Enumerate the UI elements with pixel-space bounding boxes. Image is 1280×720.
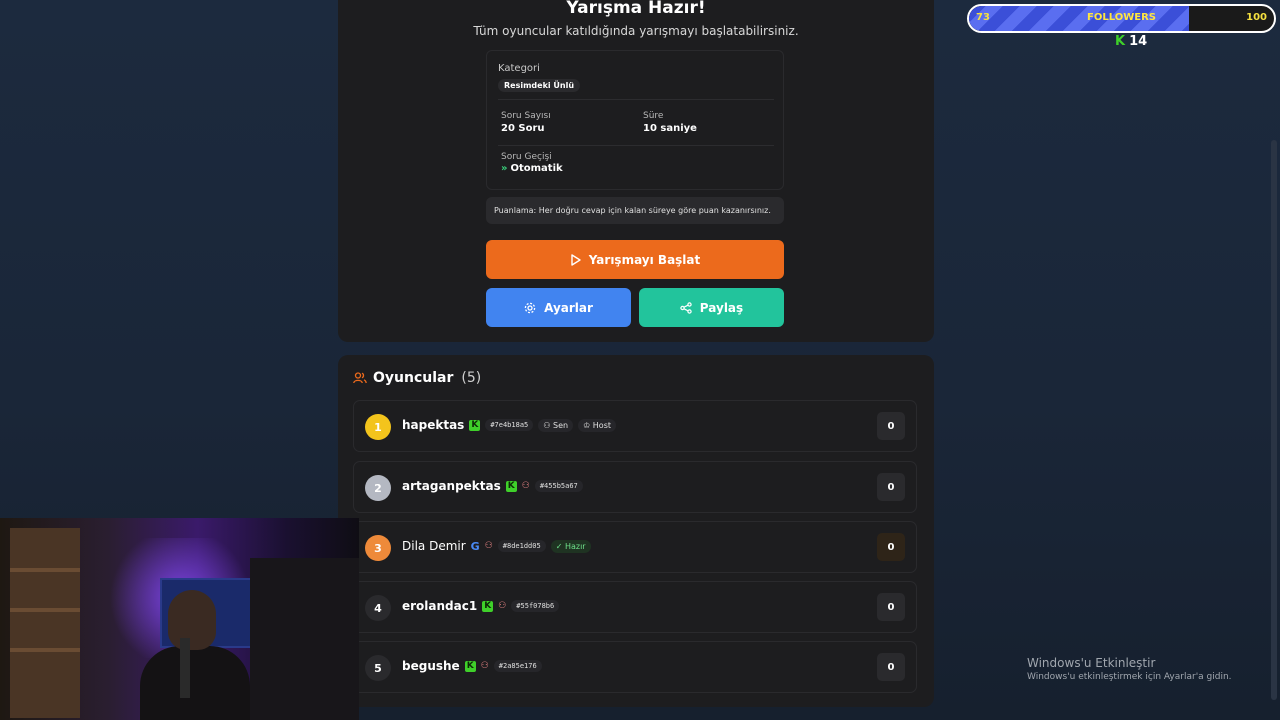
webcam-person-head: [168, 590, 216, 650]
category-chip: Resimdeki Ünlü: [498, 79, 581, 92]
player-name-row: erolandac1 K ⚇ #55f078b6: [402, 599, 560, 613]
kick-icon: K: [505, 480, 517, 492]
ready-badge: ✓ Hazır: [550, 539, 591, 553]
user-plus-icon[interactable]: ⚇: [498, 601, 506, 611]
score-box: 0: [877, 473, 905, 501]
player-name: Dila Demir: [402, 539, 466, 553]
activation-subtitle: Windows'u etkinleştirmek için Ayarlar'a …: [1027, 672, 1232, 682]
quiz-setup-card: Yarışma Hazır! Tüm oyuncular katıldığınd…: [338, 0, 934, 342]
players-header: Oyuncular (5): [353, 370, 481, 386]
settings-label: Ayarlar: [544, 300, 593, 315]
divider: [498, 145, 774, 146]
player-id: #455b5a67: [534, 480, 583, 492]
google-icon: G: [470, 539, 480, 553]
score-box: 0: [877, 653, 905, 681]
divider: [498, 99, 774, 100]
kick-logo-icon: K: [1115, 34, 1126, 49]
player-name: artaganpektas: [402, 479, 501, 493]
transition-value: Otomatik: [510, 163, 563, 174]
ready-label: Hazır: [564, 541, 586, 551]
player-row[interactable]: 4 erolandac1 K ⚇ #55f078b6 0: [353, 581, 917, 633]
webcam-overlay: [0, 518, 359, 720]
score-box: 0: [877, 593, 905, 621]
player-row[interactable]: 3 Dila Demir G ⚇ #8de1dd05 ✓ Hazır 0: [353, 521, 917, 573]
player-name: erolandac1: [402, 599, 478, 613]
player-id: #7e4b18a5: [485, 419, 534, 431]
question-count-value: 20 Soru: [501, 123, 545, 134]
category-label: Kategori: [498, 63, 540, 74]
share-label: Paylaş: [699, 300, 744, 315]
share-icon: [680, 301, 692, 314]
user-plus-icon[interactable]: ⚇: [485, 541, 493, 551]
kick-icon: K: [482, 600, 494, 612]
followers-goal-bar: FOLLOWERS 73 100: [967, 4, 1276, 33]
kick-icon: K: [464, 660, 476, 672]
player-id: #2a85e176: [493, 660, 542, 672]
page-subtitle: Tüm oyuncular katıldığında yarışmayı baş…: [473, 24, 799, 38]
webcam-shelf: [10, 528, 80, 718]
settings-button[interactable]: Ayarlar: [486, 288, 631, 327]
scoring-note: Puanlama: Her doğru cevap için kalan sür…: [486, 197, 784, 224]
page-scrollbar[interactable]: [1271, 140, 1277, 700]
player-id: #55f078b6: [511, 600, 560, 612]
user-plus-icon[interactable]: ⚇: [522, 481, 530, 491]
kick-icon: K: [469, 419, 481, 431]
player-name: hapektas: [402, 418, 465, 432]
webcam-shelf-board: [10, 608, 80, 612]
duration-value: 10 saniye: [643, 123, 697, 134]
share-button[interactable]: Paylaş: [639, 288, 784, 327]
users-icon: [353, 372, 367, 384]
windows-activation-watermark: Windows'u Etkinleştir Windows'u etkinleş…: [1027, 656, 1232, 682]
rank-badge: 1: [365, 414, 391, 440]
play-icon: [571, 253, 581, 266]
players-count: (5): [461, 370, 482, 386]
players-title: Oyuncular: [373, 370, 454, 386]
gear-icon: [524, 302, 536, 313]
webcam-background: [250, 558, 359, 720]
you-tag-label: Sen: [552, 420, 569, 430]
kick-viewer-count: K 14: [1115, 34, 1147, 49]
user-plus-icon[interactable]: ⚇: [481, 661, 489, 671]
player-name-row: begushe K ⚇ #2a85e176: [402, 659, 542, 673]
player-row[interactable]: 2 artaganpektas K ⚇ #455b5a67 0: [353, 461, 917, 513]
chevrons-right-icon: »: [501, 163, 508, 174]
transition-value-row: » Otomatik: [501, 163, 563, 174]
score-box: 0: [877, 412, 905, 440]
player-row[interactable]: 5 begushe K ⚇ #2a85e176 0: [353, 641, 917, 693]
start-quiz-button[interactable]: Yarışmayı Başlat: [486, 240, 784, 279]
activation-title: Windows'u Etkinleştir: [1027, 656, 1156, 670]
player-id: #8de1dd05: [497, 540, 546, 552]
followers-label: FOLLOWERS: [1087, 12, 1156, 23]
rank-badge: 2: [365, 475, 391, 501]
rank-badge: 5: [365, 655, 391, 681]
page-title: Yarışma Hazır!: [566, 0, 706, 18]
player-row[interactable]: 1 hapektas K #7e4b18a5 ⚇ Sen ♔ Host 0: [353, 400, 917, 452]
you-tag: ⚇ Sen: [538, 418, 574, 432]
webcam-person-body: [140, 646, 250, 720]
player-name-row: Dila Demir G ⚇ #8de1dd05 ✓ Hazır: [402, 539, 591, 553]
start-quiz-label: Yarışmayı Başlat: [588, 252, 701, 267]
host-tag: ♔ Host: [578, 418, 616, 432]
followers-current: 73: [976, 12, 990, 23]
rank-badge: 3: [365, 535, 391, 561]
player-name-row: artaganpektas K ⚇ #455b5a67: [402, 479, 583, 493]
followers-goal: 100: [1246, 12, 1267, 23]
webcam-shelf-board: [10, 648, 80, 652]
quiz-info-box: Kategori Resimdeki Ünlü Soru Sayısı 20 S…: [486, 50, 784, 190]
question-count-label: Soru Sayısı: [501, 111, 551, 121]
rank-badge: 4: [365, 595, 391, 621]
host-tag-label: Host: [592, 420, 611, 430]
duration-label: Süre: [643, 111, 664, 121]
player-name-row: hapektas K #7e4b18a5 ⚇ Sen ♔ Host: [402, 418, 616, 432]
player-name: begushe: [402, 659, 460, 673]
webcam-shelf-board: [10, 568, 80, 572]
kick-count-value: 14: [1129, 34, 1148, 49]
transition-label: Soru Geçişi: [501, 152, 552, 162]
webcam-microphone: [180, 638, 190, 698]
players-card: Oyuncular (5) 1 hapektas K #7e4b18a5 ⚇ S…: [338, 355, 934, 707]
score-box: 0: [877, 533, 905, 561]
